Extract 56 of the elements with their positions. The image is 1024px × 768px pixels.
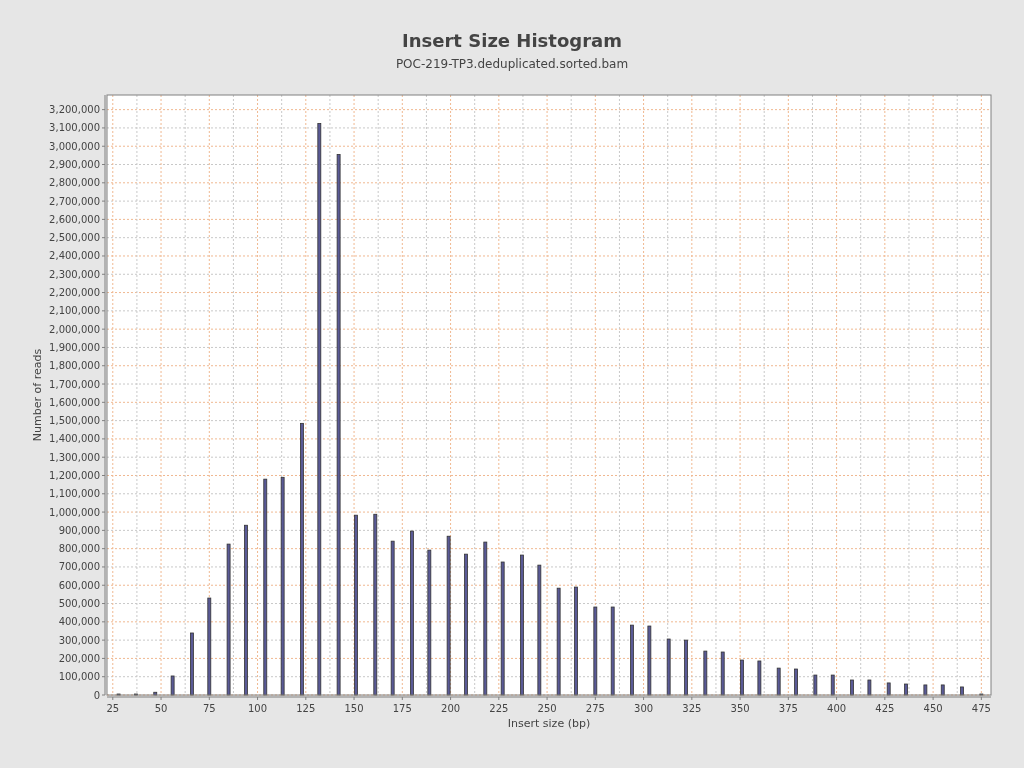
y-tick-label: 2,200,000 [49,287,100,299]
x-tick-label: 200 [441,703,461,714]
y-tick-label: 1,000,000 [49,506,100,518]
y-tick-label: 2,100,000 [49,305,100,317]
x-axis-label: Insert size (bp) [507,717,591,730]
y-tick-label: 1,500,000 [49,415,100,427]
y-tick-label: 800,000 [58,543,100,555]
x-tick-label: 450 [923,703,943,714]
x-tick-label: 125 [296,703,316,714]
y-tick-label: 2,600,000 [49,213,100,225]
y-tick-label: 600,000 [58,579,100,591]
x-tick-label: 350 [730,703,750,714]
y-tick-label: 1,100,000 [49,488,100,500]
x-tick-label: 400 [827,703,847,714]
y-tick-label: 2,900,000 [49,159,100,170]
y-tick-label: 300,000 [58,634,100,646]
y-tick-label: 3,200,000 [49,104,100,116]
y-tick-label: 1,900,000 [49,341,100,353]
chart-subtitle: POC-219-TP3.deduplicated.sorted.bam [395,56,629,72]
y-tick-label: 900,000 [58,524,100,536]
y-tick-label: 0 [93,689,100,701]
x-tick-label: 375 [778,703,798,714]
x-tick-label: 75 [202,703,216,714]
y-tick-label: 3,000,000 [49,140,100,152]
x-tick-label: 250 [537,703,557,714]
y-tick-label: 2,300,000 [49,268,100,280]
y-tick-label: 400,000 [58,616,100,628]
chart-title: Insert Size Histogram [402,30,622,52]
y-tick-label: 2,800,000 [49,177,100,189]
y-tick-label: 3,100,000 [49,122,100,134]
x-tick-label: 150 [344,703,364,714]
x-tick-label: 225 [489,703,509,714]
y-tick-label: 1,800,000 [49,360,100,372]
x-tick-label: 300 [634,703,654,714]
x-tick-label: 325 [682,703,702,714]
x-tick-label: 175 [392,703,412,714]
x-tick-label: 275 [585,703,605,714]
y-tick-label: 2,000,000 [49,323,100,335]
y-tick-label: 2,700,000 [49,195,100,207]
y-tick-label: 1,200,000 [49,470,100,481]
y-axis-label: Number of reads [31,348,44,442]
y-tick-label: 700,000 [58,561,100,573]
y-tick-label: 1,400,000 [49,433,100,445]
x-tick-label: 100 [248,703,268,714]
y-tick-label: 100,000 [58,671,100,683]
y-tick-label: 1,300,000 [49,451,100,463]
x-tick-label: 50 [154,703,168,714]
x-tick-label: 475 [971,703,991,714]
x-tick-label: 425 [875,703,895,714]
y-tick-label: 500,000 [58,598,100,610]
y-tick-label: 1,600,000 [49,396,100,408]
y-tick-label: 1,700,000 [49,378,100,390]
y-tick-label: 200,000 [58,652,100,664]
y-tick-label: 2,500,000 [49,232,100,244]
y-tick-label: 2,400,000 [49,250,100,262]
x-tick-label: 25 [106,703,120,714]
